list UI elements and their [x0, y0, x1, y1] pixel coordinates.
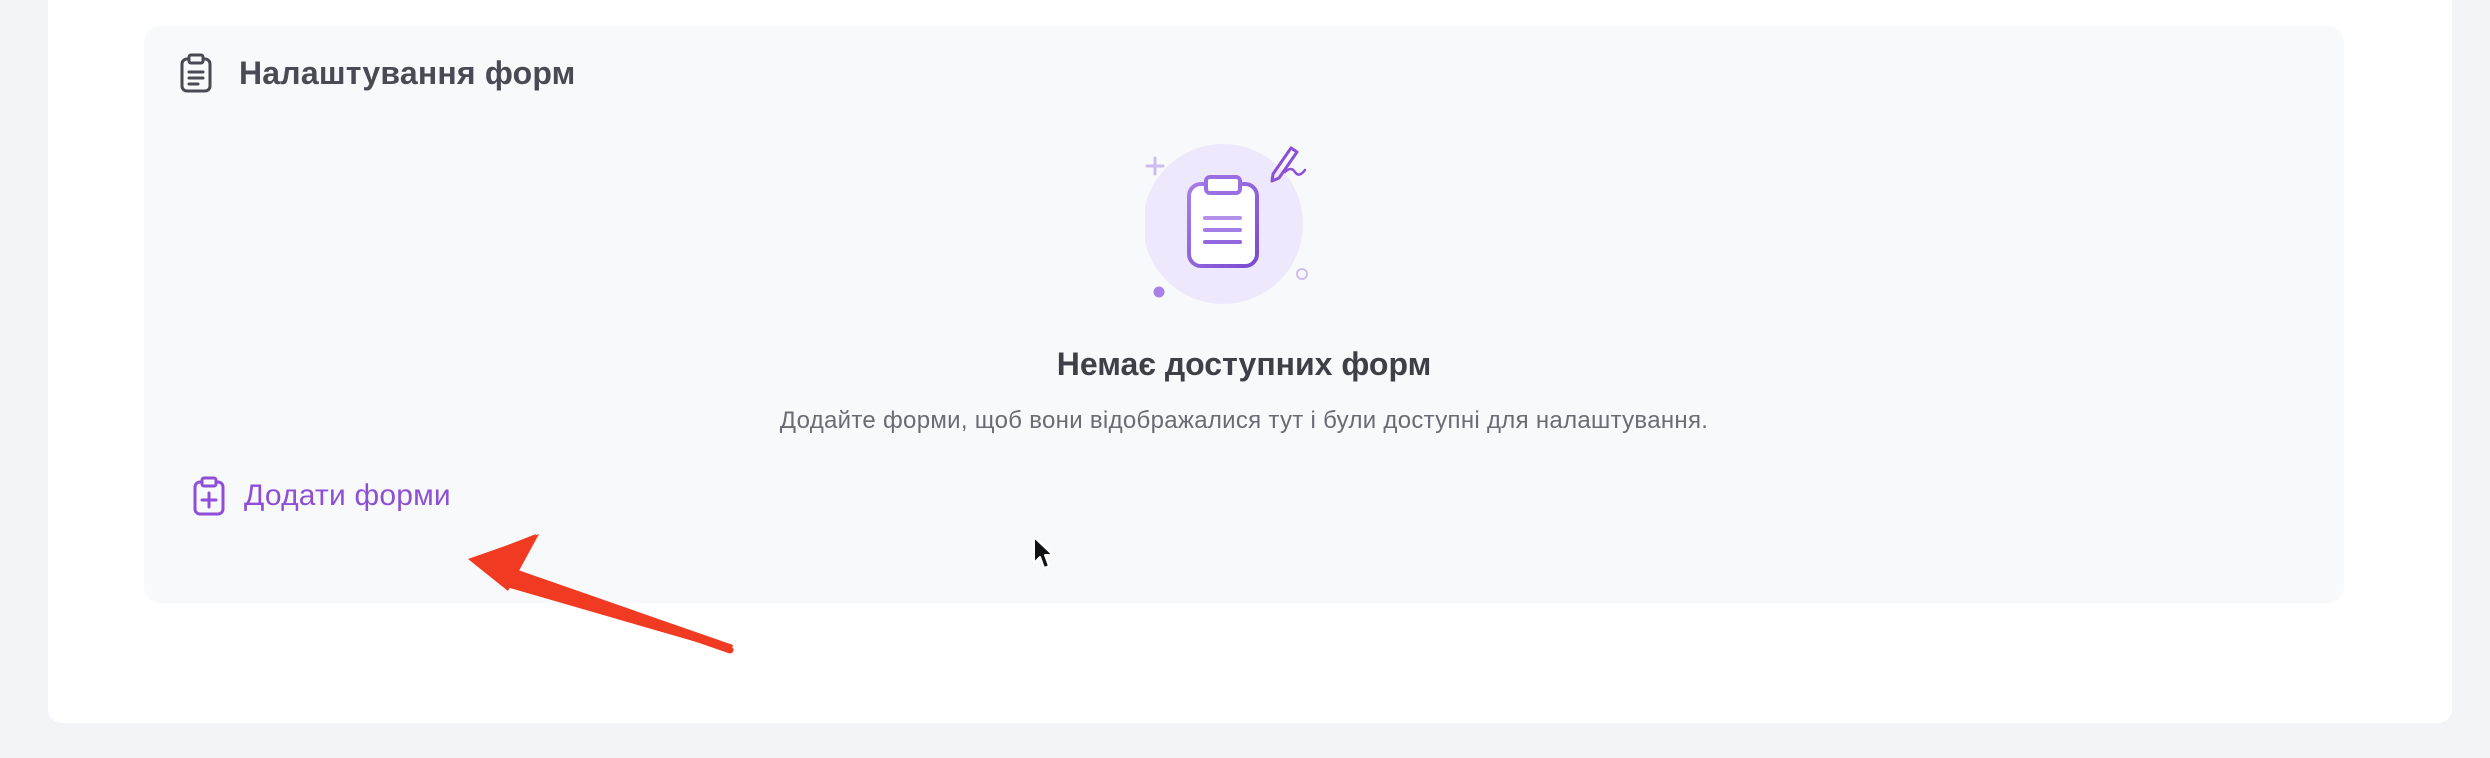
clipboard-list-icon — [179, 53, 213, 93]
empty-state-description: Додайте форми, щоб вони відображалися ту… — [779, 407, 1709, 434]
section-header: Налаштування форм — [179, 42, 576, 104]
section-title: Налаштування форм — [239, 54, 576, 91]
empty-state-title: Немає доступних форм — [1056, 346, 1432, 382]
add-forms-label: Додати форми — [244, 479, 451, 512]
mouse-cursor-icon — [1033, 536, 1054, 569]
empty-state-illustration — [1143, 144, 1345, 314]
forms-settings-panel: Налаштування форм Немає доступних форм Д… — [144, 26, 2344, 603]
settings-card: Налаштування форм Немає доступних форм Д… — [48, 0, 2452, 723]
clipboard-plus-icon — [192, 476, 226, 516]
add-forms-button[interactable]: Додати форми — [192, 468, 457, 524]
